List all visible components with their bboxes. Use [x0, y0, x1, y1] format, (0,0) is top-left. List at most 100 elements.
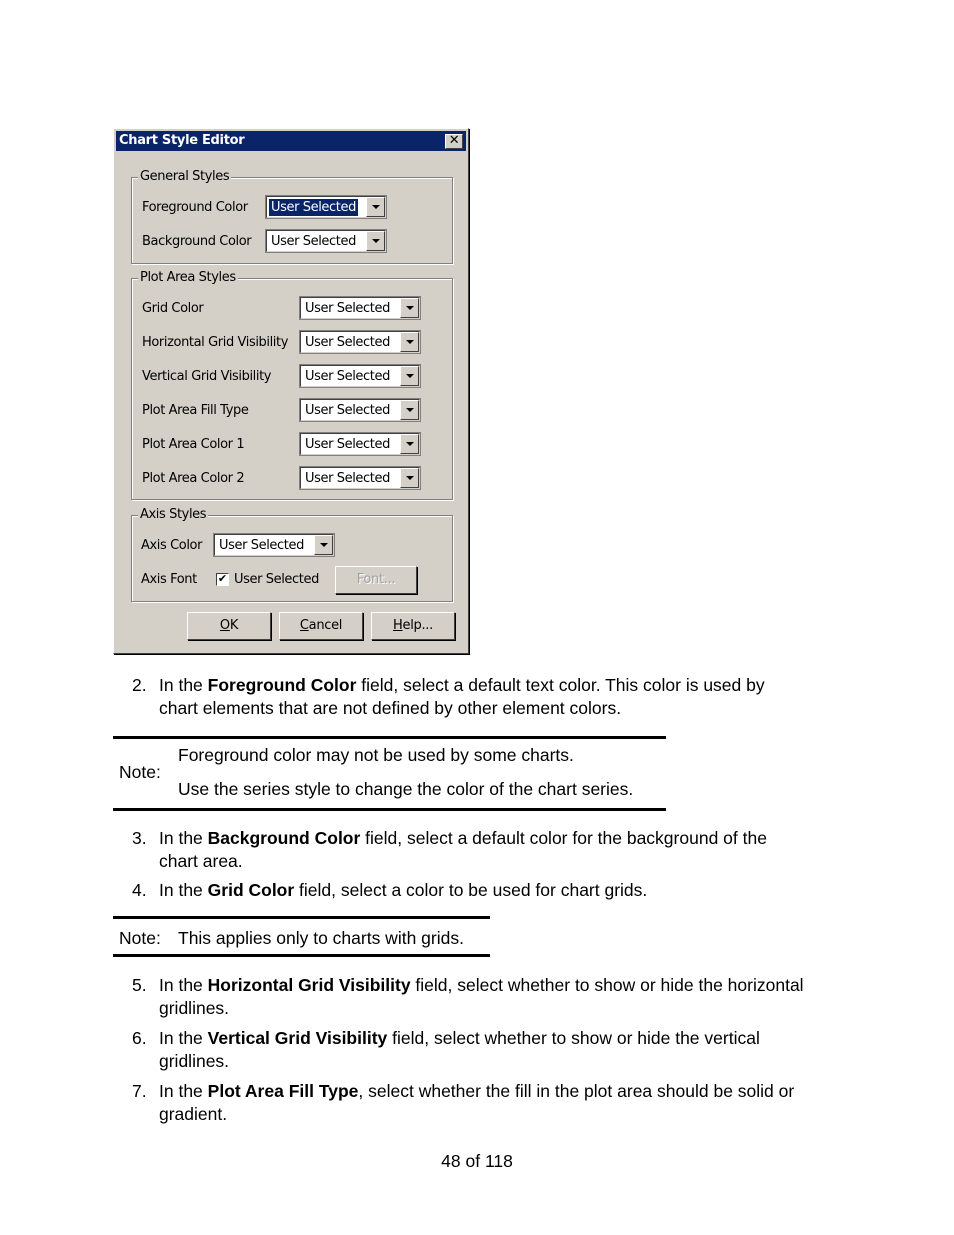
step-text: In the Vertical Grid Visibility field, s… — [159, 1027, 849, 1073]
step-text-pre: In the — [159, 1028, 208, 1048]
step-text: In the Plot Area Fill Type, select wheth… — [159, 1080, 849, 1126]
cancel-mnemonic: C — [299, 618, 309, 633]
foreground-color-value: User Selected — [269, 199, 358, 216]
chevron-down-icon[interactable] — [400, 332, 419, 352]
horizontal-grid-visibility-label: Horizontal Grid Visibility — [142, 335, 289, 350]
axis-styles-group: Axis Styles Axis Color User Selected Axi… — [131, 507, 453, 602]
axis-font-checkbox[interactable]: ✔ — [216, 573, 229, 586]
chevron-down-icon[interactable] — [366, 231, 385, 251]
general-styles-group: General Styles Foreground Color User Sel… — [131, 169, 453, 264]
step-text-post: field, select a default text color. This… — [356, 675, 765, 695]
foreground-color-select[interactable]: User Selected — [265, 195, 387, 219]
cancel-button[interactable]: Cancel — [279, 612, 363, 640]
step-text-pre: In the — [159, 1081, 208, 1101]
chevron-down-icon[interactable] — [366, 197, 385, 217]
step-text: In the Horizontal Grid Visibility field,… — [159, 974, 849, 1020]
chart-style-editor-dialog: Chart Style Editor ✕ General Styles Fore… — [113, 128, 469, 654]
vertical-grid-visibility-label: Vertical Grid Visibility — [142, 369, 272, 384]
background-color-value: User Selected — [271, 234, 356, 249]
note-line: This applies only to charts with grids. — [178, 928, 464, 948]
help-label: elp... — [402, 618, 434, 633]
note-line: Foreground color may not be used by some… — [178, 745, 574, 765]
step-text-line2: gridlines. — [159, 1051, 230, 1071]
vertical-grid-visibility-value: User Selected — [305, 369, 390, 384]
step-text-line2: gridlines. — [159, 998, 230, 1018]
step-text-pre: In the — [159, 828, 208, 848]
checkmark-icon: ✔ — [217, 573, 228, 585]
step-number: 5. — [132, 975, 147, 995]
chevron-down-icon[interactable] — [314, 535, 333, 555]
axis-color-value: User Selected — [219, 538, 304, 553]
grid-color-select[interactable]: User Selected — [299, 296, 421, 320]
font-button-label: Font... — [356, 572, 396, 587]
step-field-name: Background Color — [207, 828, 361, 848]
step-number: 2. — [132, 675, 147, 695]
step-number: 6. — [132, 1028, 147, 1048]
note-label: Note: — [119, 762, 161, 782]
plot-area-color-1-label: Plot Area Color 1 — [142, 437, 245, 452]
step-field-name: Foreground Color — [207, 675, 357, 695]
step-text-post: , select whether the fill in the plot ar… — [358, 1081, 795, 1101]
step-text-post: field, select whether to show or hide th… — [410, 975, 804, 995]
horizontal-grid-visibility-select[interactable]: User Selected — [299, 330, 421, 354]
chevron-down-icon[interactable] — [400, 400, 419, 420]
dialog-titlebar[interactable]: Chart Style Editor ✕ — [116, 131, 466, 151]
close-button[interactable]: ✕ — [445, 134, 463, 149]
plot-area-fill-type-select[interactable]: User Selected — [299, 398, 421, 422]
step-text: In the Background Color field, select a … — [159, 827, 849, 873]
axis-color-label: Axis Color — [141, 538, 203, 553]
font-button[interactable]: Font... — [335, 566, 417, 594]
step-text-pre: In the — [159, 675, 208, 695]
chevron-down-icon[interactable] — [400, 366, 419, 386]
step-text-pre: In the — [159, 880, 208, 900]
dialog-title: Chart Style Editor — [119, 133, 245, 148]
plot-area-color-2-select[interactable]: User Selected — [299, 466, 421, 490]
chevron-down-icon[interactable] — [400, 298, 419, 318]
note-label: Note: — [119, 928, 161, 948]
note-rule-top — [113, 736, 666, 739]
plot-area-fill-type-value: User Selected — [305, 403, 390, 418]
chevron-down-icon[interactable] — [400, 468, 419, 488]
plot-area-color-2-label: Plot Area Color 2 — [142, 471, 245, 486]
plot-area-color-1-select[interactable]: User Selected — [299, 432, 421, 456]
plot-area-color-1-value: User Selected — [305, 437, 390, 452]
ok-label: K — [229, 618, 239, 633]
note-rule-top — [113, 916, 490, 919]
page-number: 48 of 118 — [441, 1151, 513, 1171]
step-field-name: Vertical Grid Visibility — [207, 1028, 388, 1048]
close-icon: ✕ — [448, 133, 460, 148]
note-line: Use the series style to change the color… — [178, 779, 634, 799]
step-number: 3. — [132, 828, 147, 848]
step-field-name: Horizontal Grid Visibility — [207, 975, 411, 995]
general-styles-legend: General Styles — [138, 169, 232, 184]
step-field-name: Grid Color — [207, 880, 295, 900]
vertical-grid-visibility-select[interactable]: User Selected — [299, 364, 421, 388]
note-rule-bottom — [113, 808, 666, 811]
step-number: 7. — [132, 1081, 147, 1101]
step-text-post: field, select a color to be used for cha… — [294, 880, 648, 900]
horizontal-grid-visibility-value: User Selected — [305, 335, 390, 350]
help-button[interactable]: Help... — [371, 612, 455, 640]
chevron-down-icon[interactable] — [400, 434, 419, 454]
step-number: 4. — [132, 880, 147, 900]
step-text-post: field, select a default color for the ba… — [360, 828, 767, 848]
cancel-label: ancel — [308, 618, 343, 633]
help-mnemonic: H — [393, 618, 403, 633]
step-text-pre: In the — [159, 975, 208, 995]
axis-font-label: Axis Font — [141, 572, 197, 587]
plot-area-styles-legend: Plot Area Styles — [138, 270, 238, 285]
step-text-line2: chart area. — [159, 851, 243, 871]
ok-mnemonic: O — [219, 618, 230, 633]
ok-button[interactable]: OK — [187, 612, 271, 640]
grid-color-label: Grid Color — [142, 301, 204, 316]
plot-area-color-2-value: User Selected — [305, 471, 390, 486]
axis-font-checkbox-label[interactable]: User Selected — [234, 572, 319, 587]
background-color-label: Background Color — [142, 234, 252, 249]
axis-color-select[interactable]: User Selected — [213, 533, 335, 557]
note-rule-bottom — [113, 954, 490, 957]
axis-styles-legend: Axis Styles — [138, 507, 209, 522]
background-color-select[interactable]: User Selected — [265, 229, 387, 253]
foreground-color-label: Foreground Color — [142, 200, 248, 215]
step-field-name: Plot Area Fill Type — [207, 1081, 359, 1101]
step-text: In the Foreground Color field, select a … — [159, 674, 849, 720]
